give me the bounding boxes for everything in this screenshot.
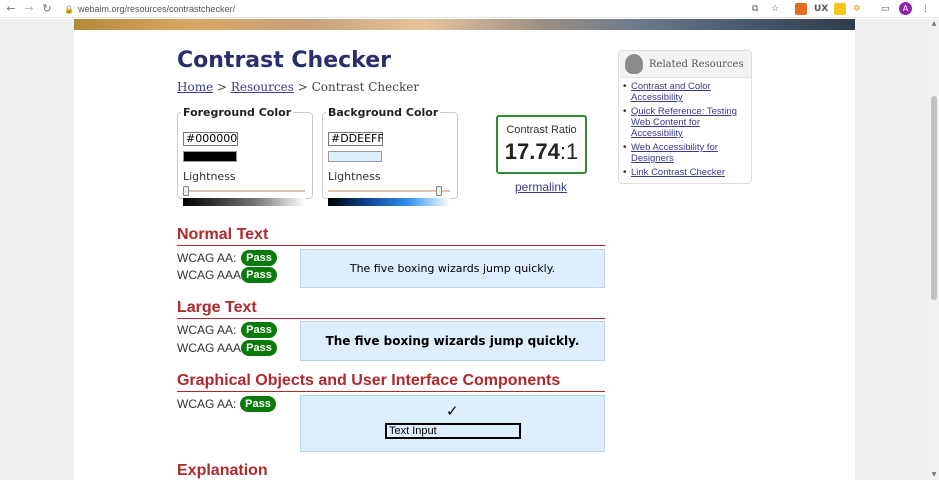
- foreground-lightness-gradient: [183, 198, 305, 206]
- related-link[interactable]: Quick Reference: Testing Web Content for…: [631, 106, 737, 139]
- normal-text-preview: The five boxing wizards jump quickly.: [300, 249, 605, 288]
- background-lightness-slider[interactable]: [435, 186, 442, 196]
- large-aaa-pass-badge: Pass: [241, 340, 277, 356]
- menu-kebab-icon[interactable]: ⋮: [921, 2, 930, 15]
- breadcrumb: Home > Resources > Contrast Checker: [177, 80, 419, 94]
- background-hex-input[interactable]: #DDEEFF: [328, 132, 384, 146]
- graphical-objects-heading: Graphical Objects and User Interface Com…: [177, 372, 561, 389]
- related-resources-header: Related Resources: [619, 51, 751, 78]
- foreground-hex-input[interactable]: #000000: [183, 132, 238, 146]
- contrast-ratio-value: 17.74:1: [498, 139, 585, 165]
- extension-tag-icon[interactable]: [834, 2, 846, 15]
- large-text-heading: Large Text: [177, 299, 257, 316]
- contrast-ratio-suffix: :1: [559, 139, 579, 164]
- checkmark-icon: ✓: [446, 402, 459, 420]
- foreground-lightness-track[interactable]: [183, 190, 305, 192]
- related-resources-list: Contrast and Color Accessibility Quick R…: [623, 81, 749, 181]
- list-item: Contrast and Color Accessibility: [623, 81, 749, 103]
- contrast-ratio-label: Contrast Ratio: [506, 124, 577, 136]
- normal-aaa-label: WCAG AAA:: [177, 268, 245, 282]
- related-link[interactable]: Web Accessibility for Designers: [631, 142, 718, 164]
- background-lightness-label: Lightness: [328, 170, 381, 183]
- profile-avatar[interactable]: A: [899, 2, 912, 15]
- background-lightness-gradient: [328, 198, 450, 206]
- extension-rss-icon[interactable]: [795, 2, 807, 15]
- large-aaa-label: WCAG AAA:: [177, 341, 245, 355]
- head-profile-icon: [625, 54, 643, 74]
- url-text: webaim.org/resources/contrastchecker/: [78, 3, 236, 14]
- extension-ux-icon[interactable]: UX: [814, 2, 828, 15]
- contrast-ratio-box: Contrast Ratio 17.74:1: [496, 115, 587, 174]
- translate-icon[interactable]: ⧉: [752, 2, 758, 15]
- text-input-sample[interactable]: Text Input: [385, 423, 521, 439]
- scroll-up-icon[interactable]: ▲: [930, 20, 938, 28]
- foreground-color-picker: Foreground Color #000000 Lightness: [177, 106, 313, 206]
- scroll-down-icon[interactable]: ▼: [930, 471, 938, 479]
- breadcrumb-separator: >: [217, 80, 228, 94]
- address-bar[interactable]: 🔒 webaim.org/resources/contrastchecker/: [64, 4, 235, 14]
- permalink-link[interactable]: permalink: [515, 180, 567, 194]
- normal-aa-pass-badge: Pass: [241, 250, 277, 266]
- related-link[interactable]: Link Contrast Checker: [631, 167, 725, 178]
- lock-icon: 🔒: [64, 4, 74, 14]
- section-divider: [177, 245, 605, 246]
- graphical-aa-pass-badge: Pass: [240, 396, 276, 412]
- header-banner-image: [74, 19, 855, 30]
- large-aa-pass-badge: Pass: [241, 322, 277, 338]
- cast-icon[interactable]: ▭: [881, 2, 890, 15]
- breadcrumb-resources-link[interactable]: Resources: [231, 80, 294, 94]
- section-divider: [177, 391, 605, 392]
- large-aa-label: WCAG AA:: [177, 323, 237, 337]
- contrast-ratio-number: 17.74: [504, 139, 560, 164]
- list-item: Link Contrast Checker: [623, 167, 749, 178]
- related-resources-panel: Related Resources Contrast and Color Acc…: [618, 50, 752, 184]
- graphical-aa-label: WCAG AA:: [177, 397, 237, 411]
- breadcrumb-current: Contrast Checker: [311, 80, 420, 94]
- page-title: Contrast Checker: [177, 48, 391, 73]
- background-legend: Background Color: [328, 106, 439, 119]
- normal-text-heading: Normal Text: [177, 226, 269, 243]
- extension-gear-icon[interactable]: ✲: [853, 2, 861, 15]
- background-color-swatch[interactable]: [328, 151, 382, 162]
- foreground-lightness-slider[interactable]: [183, 186, 189, 196]
- main-content: Contrast Checker Home > Resources > Cont…: [74, 19, 855, 480]
- forward-icon[interactable]: →: [22, 2, 36, 15]
- foreground-legend: Foreground Color: [183, 106, 292, 119]
- background-lightness-track[interactable]: [328, 190, 450, 192]
- related-resources-title: Related Resources: [649, 59, 744, 70]
- normal-aa-label: WCAG AA:: [177, 251, 237, 265]
- section-divider: [177, 318, 605, 319]
- breadcrumb-separator: >: [297, 80, 308, 94]
- scrollbar-thumb[interactable]: [931, 96, 937, 300]
- bookmark-star-icon[interactable]: ☆: [771, 2, 779, 15]
- list-item: Quick Reference: Testing Web Content for…: [623, 106, 749, 139]
- list-item: Web Accessibility for Designers: [623, 142, 749, 164]
- background-color-picker: Background Color #DDEEFF Lightness: [322, 106, 458, 206]
- back-icon[interactable]: ←: [4, 2, 18, 15]
- foreground-lightness-label: Lightness: [183, 170, 236, 183]
- foreground-color-swatch[interactable]: [183, 151, 237, 162]
- explanation-heading: Explanation: [177, 462, 268, 479]
- normal-aaa-pass-badge: Pass: [241, 267, 277, 283]
- breadcrumb-home-link[interactable]: Home: [177, 80, 213, 94]
- browser-toolbar: ← → ↻ 🔒 webaim.org/resources/contrastche…: [0, 0, 939, 18]
- related-link[interactable]: Contrast and Color Accessibility: [631, 81, 711, 103]
- reload-icon[interactable]: ↻: [40, 2, 54, 15]
- large-text-preview: The five boxing wizards jump quickly.: [300, 321, 605, 361]
